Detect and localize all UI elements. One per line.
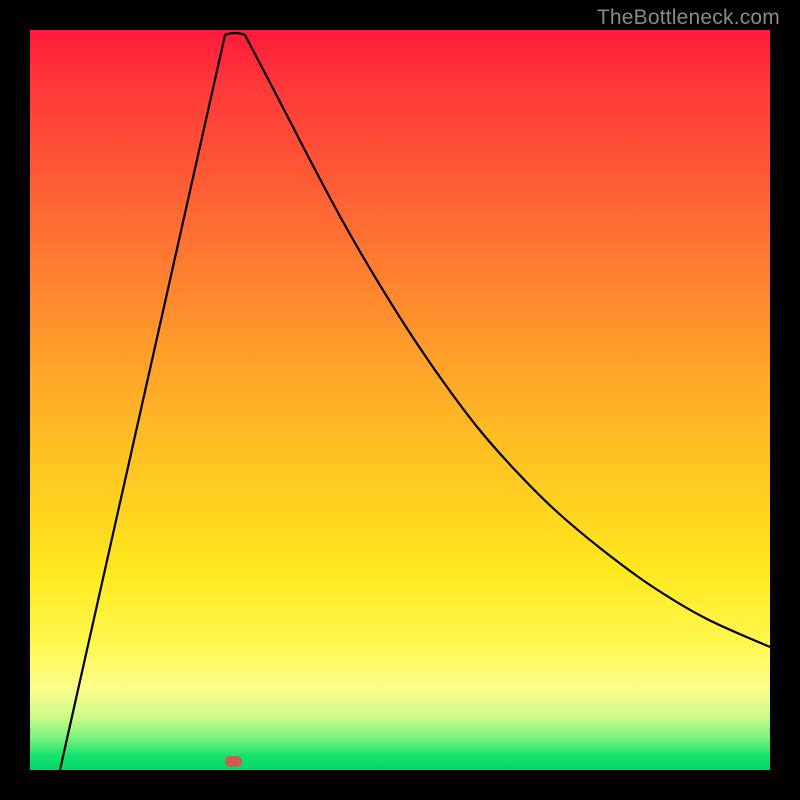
chart-frame	[0, 0, 800, 800]
watermark-text: TheBottleneck.com	[597, 6, 780, 30]
